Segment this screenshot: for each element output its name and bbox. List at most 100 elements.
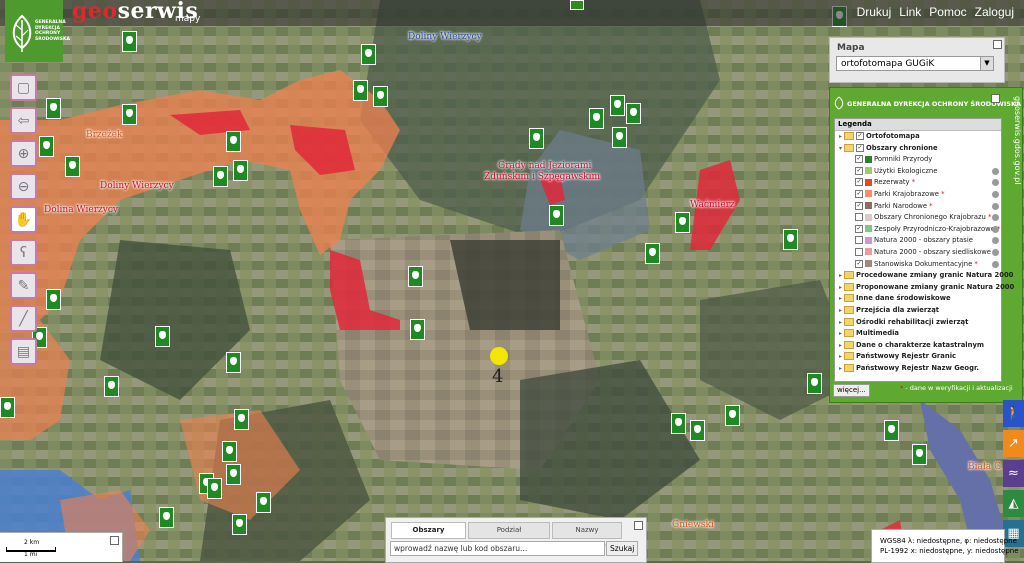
nature-monument-marker[interactable] bbox=[213, 166, 228, 187]
expand-right-icon[interactable]: ▸ bbox=[837, 270, 844, 282]
nature-monument-marker[interactable] bbox=[46, 98, 61, 119]
layers-button[interactable]: ◭ bbox=[1003, 490, 1024, 517]
nature-monument-marker[interactable] bbox=[233, 160, 248, 181]
panel-collapse-icon[interactable] bbox=[993, 40, 1002, 49]
nature-monument-marker[interactable] bbox=[65, 156, 80, 177]
expand-right-icon[interactable]: ▸ bbox=[837, 351, 844, 363]
expand-right-icon[interactable]: ▸ bbox=[837, 363, 844, 375]
expand-right-icon[interactable]: ▸ bbox=[837, 293, 844, 305]
expand-right-icon[interactable]: ▸ bbox=[837, 317, 844, 329]
layer-checkbox[interactable]: ✓ bbox=[855, 178, 863, 187]
nature-monument-marker[interactable] bbox=[373, 86, 388, 107]
nature-monument-marker[interactable] bbox=[353, 80, 368, 101]
layer-checkbox[interactable] bbox=[855, 213, 863, 222]
nature-monument-marker[interactable] bbox=[159, 507, 174, 528]
layer-info-icon[interactable] bbox=[992, 225, 999, 233]
nature-monument-marker[interactable] bbox=[207, 478, 222, 499]
legend-item[interactable]: ✓Zespoły Przyrodniczo-Krajobrazowe * bbox=[835, 224, 1001, 236]
legend-item[interactable]: ✓ Rezerwaty * bbox=[835, 177, 1001, 189]
nature-monument-marker[interactable] bbox=[690, 420, 705, 441]
expand-down-icon[interactable]: ▾ bbox=[837, 143, 844, 155]
layer-checkbox[interactable]: ✓ bbox=[855, 259, 863, 268]
nature-monument-marker[interactable] bbox=[226, 352, 241, 373]
nature-monument-marker[interactable] bbox=[807, 373, 822, 394]
legend-item[interactable]: Natura 2000 - obszary ptasie bbox=[835, 235, 1001, 247]
layer-checkbox[interactable]: ✓ bbox=[856, 132, 864, 140]
legend-item[interactable]: ▸ Procedowane zmiany granic Natura 2000 bbox=[835, 270, 1013, 282]
nature-monument-marker[interactable] bbox=[912, 444, 927, 465]
expand-right-icon[interactable]: ▸ bbox=[837, 328, 844, 340]
nature-monument-marker[interactable] bbox=[226, 131, 241, 152]
legend-item[interactable]: ▸ Inne dane środowiskowe bbox=[835, 293, 1001, 305]
legend-item[interactable]: ▸ Państwowy Rejestr Nazw Geogr. bbox=[835, 363, 1001, 375]
nature-monument-marker[interactable] bbox=[725, 405, 740, 426]
nature-monument-marker[interactable] bbox=[529, 128, 544, 149]
nature-monument-marker[interactable] bbox=[612, 127, 627, 148]
help-link[interactable]: Pomoc bbox=[929, 5, 966, 19]
nature-monument-marker[interactable] bbox=[783, 229, 798, 250]
nature-monument-marker[interactable] bbox=[410, 319, 425, 340]
full-extent-button[interactable]: ▢ bbox=[10, 74, 37, 101]
layer-checkbox[interactable] bbox=[855, 236, 863, 245]
nature-monument-marker[interactable] bbox=[408, 266, 423, 287]
panel-collapse-icon[interactable] bbox=[991, 94, 1000, 103]
nature-monument-marker[interactable] bbox=[232, 514, 247, 535]
layer-info-icon[interactable] bbox=[992, 260, 999, 268]
layer-info-icon[interactable] bbox=[992, 237, 999, 245]
layer-info-icon[interactable] bbox=[992, 167, 999, 175]
nature-monument-marker[interactable] bbox=[122, 31, 137, 52]
info-button[interactable]: ʕ bbox=[10, 239, 37, 266]
layer-info-icon[interactable] bbox=[992, 179, 999, 187]
draw-button[interactable]: ✎ bbox=[10, 272, 37, 299]
panel-collapse-icon[interactable] bbox=[634, 521, 643, 530]
legend-item[interactable]: Natura 2000 - obszary siedliskowe bbox=[835, 247, 1001, 259]
nature-monument-marker[interactable] bbox=[0, 397, 15, 418]
previous-view-button[interactable]: ⇦ bbox=[10, 107, 37, 134]
layer-checkbox[interactable]: ✓ bbox=[855, 155, 863, 164]
nature-monument-marker[interactable] bbox=[626, 103, 641, 124]
nature-monument-marker[interactable] bbox=[884, 420, 899, 441]
layer-info-icon[interactable] bbox=[992, 190, 999, 198]
expand-right-icon[interactable]: ▸ bbox=[837, 131, 844, 143]
nature-monument-marker[interactable] bbox=[645, 243, 660, 264]
legend-item[interactable]: ▸ Multimedia bbox=[835, 328, 1001, 340]
legend-item[interactable]: ✓ Stanowiska Dokumentacyjne * bbox=[835, 259, 1001, 271]
nature-monument-marker[interactable] bbox=[104, 376, 119, 397]
pan-button[interactable]: ✋ bbox=[10, 206, 37, 233]
legend-item[interactable]: ▸ Dane o charakterze katastralnym bbox=[835, 340, 1001, 352]
nature-monument-marker[interactable] bbox=[222, 441, 237, 462]
layer-checkbox[interactable]: ✓ bbox=[855, 201, 863, 210]
layer-checkbox[interactable] bbox=[855, 247, 863, 256]
layer-checkbox[interactable]: ✓ bbox=[856, 143, 864, 152]
panel-collapse-icon[interactable] bbox=[110, 536, 119, 545]
nature-monument-marker[interactable] bbox=[46, 289, 61, 310]
zoom-out-button[interactable]: ⊖ bbox=[10, 173, 37, 200]
legend-item[interactable]: ✓ Parki Narodowe * bbox=[835, 201, 1001, 213]
basemap-select[interactable]: ortofotomapa GUGiK ▼ bbox=[836, 56, 994, 71]
legend-item[interactable]: ✓ Parki Krajobrazowe * bbox=[835, 189, 1001, 201]
search-input[interactable]: wprowadź nazwę lub kod obszaru... bbox=[390, 541, 605, 556]
expand-right-icon[interactable]: ▸ bbox=[837, 340, 844, 352]
walker-button[interactable]: 🚶 bbox=[1003, 400, 1024, 427]
nature-monument-marker[interactable] bbox=[122, 104, 137, 125]
layer-info-icon[interactable] bbox=[992, 214, 999, 222]
legend-item[interactable]: Obszary Chronionego Krajobrazu * bbox=[835, 212, 1001, 224]
nature-monument-marker[interactable] bbox=[39, 136, 54, 157]
layer-checkbox[interactable]: ✓ bbox=[855, 224, 863, 233]
layer-info-icon[interactable] bbox=[992, 202, 999, 210]
zoom-in-button[interactable]: ⊕ bbox=[10, 140, 37, 167]
nature-monument-marker[interactable] bbox=[155, 326, 170, 347]
nature-monument-marker[interactable] bbox=[671, 413, 686, 434]
nature-monument-marker[interactable] bbox=[549, 205, 564, 226]
expand-right-icon[interactable]: ▸ bbox=[837, 305, 844, 317]
legend-item[interactable]: ▸ Ośrodki rehabilitacji zwierząt bbox=[835, 317, 1001, 329]
layer-checkbox[interactable]: ✓ bbox=[855, 189, 863, 198]
legend-item[interactable]: ▸ Proponowane zmiany granic Natura 2000 bbox=[835, 282, 1014, 294]
tab-protected-areas[interactable]: Obszary chronione bbox=[391, 522, 466, 549]
nature-monument-marker[interactable] bbox=[589, 108, 604, 129]
nature-monument-marker[interactable] bbox=[610, 95, 625, 116]
legend-item[interactable]: ▾ ✓ Obszary chronione bbox=[835, 143, 1001, 155]
gdos-logo[interactable]: GENERALNA DYREKCJA OCHRONY ŚRODOWISKA bbox=[5, 0, 70, 62]
nature-monument-marker[interactable] bbox=[226, 464, 241, 485]
print-link[interactable]: Drukuj bbox=[857, 5, 892, 19]
